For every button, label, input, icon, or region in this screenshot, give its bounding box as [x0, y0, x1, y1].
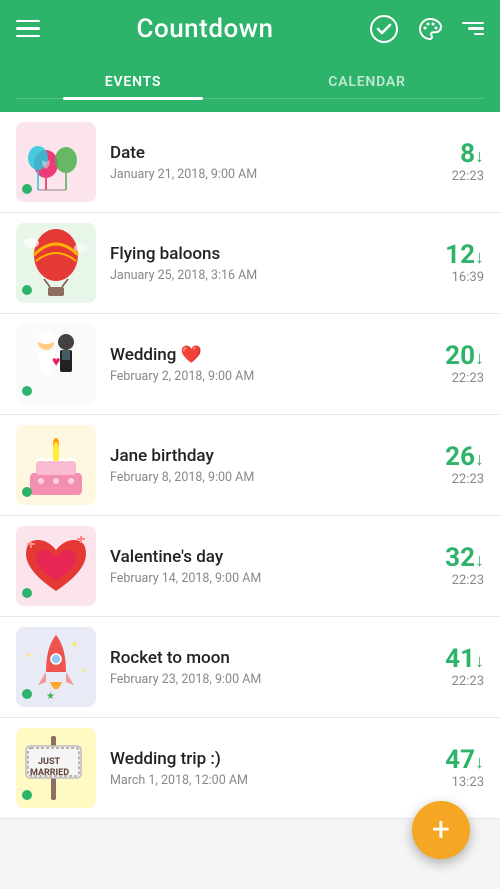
- event-content: Flying baloons January 25, 2018, 3:16 AM: [110, 244, 414, 283]
- sort-icon[interactable]: [462, 22, 484, 36]
- app-header: Countdown: [0, 0, 500, 112]
- svg-text:★: ★: [71, 640, 78, 649]
- event-content: Wedding trip :) March 1, 2018, 12:00 AM: [110, 749, 414, 788]
- event-dot: [22, 487, 32, 497]
- event-name: Jane birthday: [110, 446, 414, 466]
- event-dot: [22, 386, 32, 396]
- event-name: Wedding ❤️: [110, 345, 414, 365]
- event-date: February 14, 2018, 9:00 AM: [110, 571, 414, 586]
- event-content: Valentine's day February 14, 2018, 9:00 …: [110, 547, 414, 586]
- event-content: Rocket to moon February 23, 2018, 9:00 A…: [110, 648, 414, 687]
- countdown-days: 47↓: [414, 746, 484, 775]
- countdown-time: 22:23: [414, 674, 484, 689]
- event-date: February 23, 2018, 9:00 AM: [110, 672, 414, 687]
- event-date: March 1, 2018, 12:00 AM: [110, 773, 414, 788]
- event-name: Flying baloons: [110, 244, 414, 264]
- event-dot: [22, 689, 32, 699]
- events-list: Date January 21, 2018, 9:00 AM 8↓ 22:23: [0, 112, 500, 819]
- menu-icon[interactable]: [16, 20, 40, 38]
- list-item[interactable]: Jane birthday February 8, 2018, 9:00 AM …: [0, 415, 500, 516]
- event-dot: [22, 790, 32, 800]
- event-date: February 2, 2018, 9:00 AM: [110, 369, 414, 384]
- tab-calendar[interactable]: CALENDAR: [250, 64, 484, 98]
- svg-text:♥: ♥: [52, 354, 60, 370]
- tab-bar: EVENTS CALENDAR: [16, 64, 484, 99]
- event-thumbnail: [16, 223, 96, 303]
- event-content: Wedding ❤️ February 2, 2018, 9:00 AM: [110, 345, 414, 384]
- tab-events[interactable]: EVENTS: [16, 64, 250, 98]
- countdown-time: 22:23: [414, 573, 484, 588]
- svg-text:★: ★: [81, 668, 86, 674]
- event-name: Rocket to moon: [110, 648, 414, 668]
- countdown-time: 22:23: [414, 169, 484, 184]
- event-content: Date January 21, 2018, 9:00 AM: [110, 143, 414, 182]
- svg-text:★: ★: [46, 691, 55, 702]
- event-dot: [22, 184, 32, 194]
- event-countdown: 12↓ 16:39: [414, 241, 484, 285]
- plus-icon: +: [432, 813, 450, 845]
- countdown-days: 32↓: [414, 544, 484, 573]
- event-content: Jane birthday February 8, 2018, 9:00 AM: [110, 446, 414, 485]
- countdown-time: 16:39: [414, 270, 484, 285]
- svg-text:★: ★: [26, 652, 31, 659]
- header-top-row: Countdown: [16, 14, 484, 44]
- event-countdown: 8↓ 22:23: [414, 140, 484, 184]
- countdown-days: 20↓: [414, 342, 484, 371]
- event-thumbnail: ★ ★ ★ ★: [16, 627, 96, 707]
- event-date: January 25, 2018, 3:16 AM: [110, 268, 414, 283]
- countdown-time: 22:23: [414, 472, 484, 487]
- event-thumbnail: [16, 526, 96, 606]
- event-name: Date: [110, 143, 414, 163]
- event-date: February 8, 2018, 9:00 AM: [110, 470, 414, 485]
- event-dot: [22, 588, 32, 598]
- event-countdown: 32↓ 22:23: [414, 544, 484, 588]
- list-item[interactable]: ♥ Wedding ❤️ February 2, 2018, 9:00 AM 2…: [0, 314, 500, 415]
- countdown-days: 12↓: [414, 241, 484, 270]
- event-thumbnail: [16, 122, 96, 202]
- event-dot: [22, 285, 32, 295]
- countdown-days: 26↓: [414, 443, 484, 472]
- event-thumbnail: ♥: [16, 324, 96, 404]
- list-item[interactable]: Date January 21, 2018, 9:00 AM 8↓ 22:23: [0, 112, 500, 213]
- event-countdown: 20↓ 22:23: [414, 342, 484, 386]
- event-countdown: 41↓ 22:23: [414, 645, 484, 689]
- list-item[interactable]: JUST MARRIED Wedding trip :) March 1, 20…: [0, 718, 500, 819]
- event-countdown: 26↓ 22:23: [414, 443, 484, 487]
- countdown-time: 13:23: [414, 775, 484, 790]
- list-item[interactable]: ★ ★ ★ ★ Rocket to moon February 23, 2018…: [0, 617, 500, 718]
- countdown-days: 41↓: [414, 645, 484, 674]
- event-name: Valentine's day: [110, 547, 414, 567]
- header-actions: [370, 15, 484, 43]
- svg-text:JUST: JUST: [38, 757, 61, 767]
- event-name: Wedding trip :): [110, 749, 414, 769]
- countdown-time: 22:23: [414, 371, 484, 386]
- event-thumbnail: [16, 425, 96, 505]
- event-thumbnail: JUST MARRIED: [16, 728, 96, 808]
- list-item[interactable]: Flying baloons January 25, 2018, 3:16 AM…: [0, 213, 500, 314]
- list-item[interactable]: Valentine's day February 14, 2018, 9:00 …: [0, 516, 500, 617]
- app-title: Countdown: [137, 14, 274, 44]
- add-event-button[interactable]: +: [412, 801, 470, 859]
- check-circle-icon[interactable]: [370, 15, 398, 43]
- event-date: January 21, 2018, 9:00 AM: [110, 167, 414, 182]
- palette-icon[interactable]: [416, 15, 444, 43]
- countdown-days: 8↓: [414, 140, 484, 169]
- event-countdown: 47↓ 13:23: [414, 746, 484, 790]
